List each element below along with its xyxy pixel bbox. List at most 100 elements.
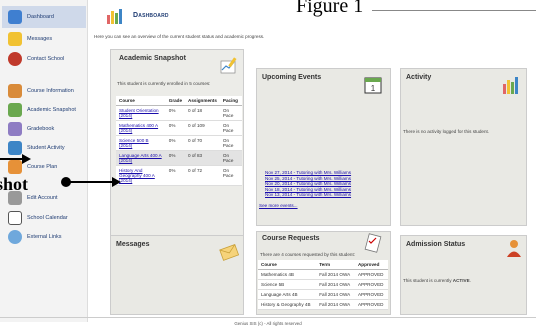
pacing-cell: On Pace [219,135,242,151]
overlay-label: shot [0,174,29,194]
annotation-arrowhead [22,154,31,164]
sidebar-item-label: Course Information [27,88,74,94]
course-cell: History & Geography 4B [258,299,317,310]
pacing-cell: On Pace [219,150,242,166]
pencil-chart-icon [220,57,237,74]
academic-snapshot-panel: Academic Snapshot This student is curren… [110,49,244,245]
table-row: Student Orientation (2014) 0% 0 of 18 On… [116,105,242,121]
contact-school-icon [8,52,22,66]
column-header: Term [316,260,355,270]
messages-panel: Messages [110,235,244,315]
sidebar-item-label: External Links [27,234,62,240]
term-cell: Fall 2014 OWA [316,279,355,290]
admission-status-prefix: This student is currently [403,278,453,283]
checklist-icon [364,233,382,253]
dashboard-icon [8,10,22,24]
annotation-arrow-line [0,158,24,160]
sidebar-item-dashboard[interactable]: Dashboard [2,6,86,28]
annotation-arrowhead [112,177,121,187]
table-row: Mathematics 4B Fall 2014 OWA APPROVED [258,269,388,280]
gradebook-icon [8,122,22,136]
assignments-cell: 0 of 70 [185,135,220,151]
event-link[interactable]: Nov 13, 2014 - Tutoring with Mrs. Willia… [265,192,351,198]
admission-status-note: This student is currently ACTIVE. [403,278,471,283]
grade-cell: 0% [165,165,186,186]
svg-text:1: 1 [371,84,376,93]
column-header: Course [258,260,317,270]
external-links-icon [8,230,22,244]
sidebar-item-label: Messages [27,36,53,42]
student-activity-icon [8,141,22,155]
figure-label: Figure 1 [296,0,364,17]
table-row: History And Geography 400 A (2014) 0% 0 … [116,165,242,186]
annotation-arrow-line [66,181,114,183]
footer-copyright: Genius SIS (c) - All rights reserved [234,321,302,326]
sidebar-item-label: Gradebook [27,126,55,132]
table-row: Mathematics 400 A (2014) 0% 0 of 109 On … [116,120,242,136]
panel-title: Admission Status [406,241,466,248]
column-header: Pacing [219,96,242,106]
column-header: Course [116,96,166,106]
term-cell: Fall 2014 OWA [316,269,355,280]
event-list: Nov 27, 2014 - Tutoring with Mrs. Willia… [265,170,351,198]
footer-divider [0,317,536,318]
pacing-cell: On Pace [219,165,242,186]
sidebar-item-label: Edit Account [27,195,58,201]
course-requests-table: Course Term Approved Mathematics 4B Fall… [258,260,388,310]
activity-note: There is no activity logged for this stu… [403,129,490,134]
see-more-events-link[interactable]: See more events... [259,203,298,208]
approved-cell: APPROVED [354,299,388,310]
dashboard-header-icon [107,9,122,24]
panel-title: Course Requests [262,235,320,242]
table-row: Language Arts 400 A (2014) 0% 0 of 83 On… [116,150,242,166]
page-description: Here you can see an overview of the curr… [94,34,265,39]
calendar-icon: 1 [364,77,382,94]
assignments-cell: 0 of 83 [185,150,220,166]
sidebar-item-external-links[interactable]: External Links [2,226,86,248]
panel-title: Academic Snapshot [119,55,186,62]
term-cell: Fall 2014 OWA [316,299,355,310]
event-link[interactable]: Nov 27, 2014 - Tutoring with Mrs. Willia… [265,170,351,176]
person-icon [507,240,521,257]
pacing-cell: On Pace [219,120,242,136]
course-link[interactable]: Mathematics 400 A (2014) [119,123,158,133]
approved-cell: APPROVED [354,289,388,300]
course-link[interactable]: History And Geography 400 A (2014) [119,168,155,183]
sidebar-item-label: Academic Snapshot [27,107,76,113]
column-header: Assignments [185,96,220,106]
table-header-row: Course Grade Assignments Pacing [116,96,242,106]
course-cell: Language Arts 4B [258,289,317,300]
course-requests-note: There are 4 courses requested by this st… [260,252,355,257]
sidebar-item-messages[interactable]: Messages [2,28,86,50]
term-cell: Fall 2014 OWA [316,289,355,300]
table-row: Language Arts 4B Fall 2014 OWA APPROVED [258,289,388,300]
sidebar-item-label: Student Activity [27,145,65,151]
envelope-icon [219,244,239,261]
column-header: Approved [354,260,388,270]
course-link[interactable]: Language Arts 400 A (2014) [119,153,162,163]
sidebar-item-label: Dashboard [27,14,54,20]
sidebar-item-label: Course Plan [27,164,58,170]
page-title: Dashboard [133,12,169,19]
course-link[interactable]: Science 500 B (2014) [119,138,149,148]
assignments-cell: 0 of 109 [185,120,220,136]
sidebar: Dashboard Messages Contact School Course… [0,0,88,322]
panel-title: Messages [116,241,150,248]
academic-snapshot-icon [8,103,22,117]
panel-title: Activity [406,74,432,81]
table-row: Science 5B Fall 2014 OWA APPROVED [258,279,388,290]
course-cell: Science 5B [258,279,317,290]
event-link[interactable]: Nov 20, 2014 - Tutoring with Mrs. Willia… [265,181,351,187]
course-link[interactable]: Student Orientation (2014) [119,108,159,118]
messages-icon [8,32,22,46]
sidebar-item-contact-school[interactable]: Contact School [2,48,86,70]
admission-status-panel: Admission Status This student is current… [400,235,527,315]
activity-panel: Activity There is no activity logged for… [400,68,527,226]
admission-status-suffix: . [469,278,471,283]
table-row: History & Geography 4B Fall 2014 OWA APP… [258,299,388,310]
grade-cell: 0% [165,150,186,166]
enrollment-note: This student is currently enrolled in 5 … [117,81,211,86]
approved-cell: APPROVED [354,269,388,280]
grade-cell: 0% [165,120,186,136]
course-cell: Mathematics 4B [258,269,317,280]
